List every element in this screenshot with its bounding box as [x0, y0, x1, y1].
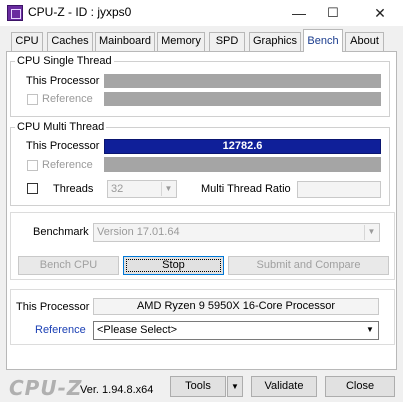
tab-about[interactable]: About [345, 32, 384, 51]
tools-dropdown-button[interactable]: ▼ [227, 376, 243, 397]
benchmark-version-value: Version 17.01.64 [97, 226, 180, 238]
tab-caches[interactable]: Caches [47, 32, 93, 51]
reference-select[interactable]: <Please Select> ▼ [93, 321, 379, 340]
single-reference-label: Reference [42, 93, 93, 105]
multi-thread-ratio-label: Multi Thread Ratio [201, 183, 291, 195]
benchmark-version-select[interactable]: Version 17.01.64 ▼ [93, 223, 380, 242]
reference-value: <Please Select> [97, 324, 178, 336]
tab-cpu[interactable]: CPU [11, 32, 43, 51]
multi-thread-ratio-field [297, 181, 381, 198]
reference-link[interactable]: Reference [35, 324, 86, 337]
multi-reference-bar [104, 157, 381, 172]
single-reference-bar [104, 92, 381, 106]
single-this-processor-bar [104, 74, 381, 88]
close-window-button[interactable]: ✕ [364, 0, 396, 26]
tab-spd[interactable]: SPD [209, 32, 245, 51]
this-processor-field: AMD Ryzen 9 5950X 16-Core Processor [93, 298, 379, 315]
submit-compare-button[interactable]: Submit and Compare [228, 256, 389, 275]
maximize-button[interactable]: ☐ [317, 0, 349, 26]
chevron-down-icon: ▼ [364, 225, 378, 240]
bench-cpu-button[interactable]: Bench CPU [18, 256, 119, 275]
minimize-button[interactable]: — [283, 0, 315, 26]
multi-reference-label: Reference [42, 159, 93, 171]
multi-this-processor-track: 12782.6 [104, 139, 381, 154]
tab-graphics[interactable]: Graphics [249, 32, 301, 51]
close-button[interactable]: Close [325, 376, 395, 397]
info-this-processor-label: This Processor [16, 301, 90, 313]
window-title: CPU-Z - ID : jyxps0 [28, 5, 132, 19]
stop-button[interactable]: Stop [123, 256, 224, 275]
threads-value: 32 [111, 183, 124, 195]
tab-bench[interactable]: Bench [303, 29, 343, 52]
threads-label: Threads [53, 183, 94, 195]
single-thread-group [10, 61, 390, 117]
single-thread-title: CPU Single Thread [15, 55, 114, 67]
cpu-z-logo: CPU-Z [9, 376, 83, 400]
multi-thread-title: CPU Multi Thread [15, 121, 107, 133]
chevron-down-icon: ▼ [161, 182, 175, 196]
benchmark-label: Benchmark [33, 226, 89, 238]
validate-button[interactable]: Validate [251, 376, 317, 397]
multi-this-processor-label: This Processor [26, 140, 100, 152]
chevron-down-icon: ▼ [231, 382, 239, 391]
tools-button[interactable]: Tools [170, 376, 226, 397]
tab-memory[interactable]: Memory [157, 32, 205, 51]
title-bar[interactable]: CPU-Z - ID : jyxps0 — ☐ ✕ [0, 0, 403, 26]
chevron-down-icon: ▼ [366, 325, 374, 334]
version-label: Ver. 1.94.8.x64 [80, 384, 154, 396]
single-this-processor-label: This Processor [26, 75, 100, 87]
threads-select[interactable]: 32 ▼ [107, 180, 177, 198]
threads-checkbox[interactable] [27, 183, 38, 194]
multi-score-bar: 12782.6 [104, 139, 381, 154]
single-reference-checkbox[interactable] [27, 94, 38, 105]
this-processor-value: AMD Ryzen 9 5950X 16-Core Processor [136, 300, 336, 312]
multi-score-value: 12782.6 [222, 140, 263, 152]
stop-button-label: Stop [162, 259, 185, 271]
cpu-z-icon [7, 5, 23, 21]
tab-mainboard[interactable]: Mainboard [95, 32, 155, 51]
multi-reference-checkbox[interactable] [27, 160, 38, 171]
